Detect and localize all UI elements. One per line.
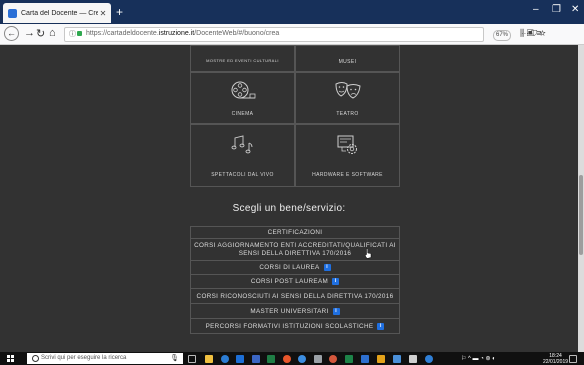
maximize-icon[interactable]: ❐ — [552, 4, 561, 15]
cortana-icon — [32, 355, 39, 362]
category-live-shows[interactable]: SPETTACOLI DAL VIVO — [190, 124, 295, 187]
navigation-bar: ← → ↻ ⌂ ⓘ https://cartadeldocente.istruz… — [0, 24, 584, 45]
tab-title: Carta del Docente — Crea buo — [21, 9, 98, 17]
taskbar-search-box[interactable]: Scrivi qui per eseguire la ricerca 🎙 — [27, 353, 183, 364]
tab-close-icon[interactable]: ✕ — [98, 9, 108, 18]
task-view-icon[interactable] — [188, 355, 196, 363]
page-scrollbar[interactable] — [578, 45, 584, 352]
page-content: MOSTRE ED EVENTI CULTURALI MUSEI CINEMA … — [0, 45, 578, 352]
hand-cursor-icon — [364, 248, 372, 259]
mail-icon[interactable] — [314, 355, 322, 363]
address-bar[interactable]: ⓘ https://cartadeldocente.istruzione.it/… — [64, 27, 546, 42]
info-icon[interactable]: i — [332, 278, 340, 285]
url-text: https://cartadeldocente.istruzione.it/Do… — [86, 30, 280, 37]
theater-masks-icon — [334, 82, 361, 99]
service-item-corsi-riconosciuti[interactable]: CORSI RICONOSCIUTI AI SENSI DELLA DIRETT… — [190, 289, 400, 304]
category-theatre[interactable]: TEATRO — [295, 72, 400, 124]
app-icon[interactable] — [377, 355, 385, 363]
close-window-icon[interactable]: ✕ — [571, 4, 579, 15]
site-favicon-icon — [8, 8, 17, 18]
excel-icon[interactable] — [267, 355, 275, 363]
category-label: MOSTRE ED EVENTI CULTURALI — [206, 58, 279, 63]
category-museums[interactable]: MUSEI — [295, 45, 400, 72]
store-icon[interactable] — [236, 355, 244, 363]
windows-taskbar: Scrivi qui per eseguire la ricerca 🎙 ⚐ ^… — [0, 352, 584, 365]
system-tray-icons[interactable]: ⚐ ^ ▬ ◔ ⊛ ◐ — [461, 355, 496, 362]
taskbar-clock[interactable]: 18:24 22/01/2019 — [543, 353, 568, 365]
lock-icon — [77, 31, 82, 36]
info-icon[interactable]: i — [323, 264, 331, 271]
service-item-corsi-post-lauream[interactable]: CORSI POST LAUREAM i — [190, 275, 400, 289]
microphone-icon[interactable]: 🎙 — [170, 354, 179, 362]
page-info-icon[interactable]: ⓘ — [69, 29, 76, 39]
info-icon[interactable]: i — [377, 322, 385, 330]
browser-tab[interactable]: Carta del Docente — Crea buo ✕ — [3, 3, 111, 23]
windows-start-icon[interactable] — [7, 355, 14, 362]
service-item-certificazioni[interactable]: CERTIFICAZIONI — [190, 226, 400, 239]
service-item-corsi-di-laurea[interactable]: CORSI DI LAUREA i — [190, 261, 400, 275]
service-item-master-universitari[interactable]: MASTER UNIVERSITARI i — [190, 304, 400, 319]
app-icon[interactable] — [425, 355, 433, 363]
firefox-icon[interactable] — [283, 355, 291, 363]
category-label: HARDWARE E SOFTWARE — [312, 172, 383, 178]
category-label: SPETTACOLI DAL VIVO — [211, 172, 274, 178]
category-hardware-software[interactable]: HARDWARE E SOFTWARE — [295, 124, 400, 187]
category-exhibitions[interactable]: MOSTRE ED EVENTI CULTURALI — [190, 45, 295, 72]
minimize-icon[interactable]: – — [533, 4, 539, 15]
back-button[interactable]: ← — [4, 26, 19, 41]
file-explorer-icon[interactable] — [205, 355, 213, 363]
hardware-software-icon — [337, 135, 357, 154]
browser-icon[interactable] — [298, 355, 306, 363]
film-reel-icon — [231, 81, 255, 99]
reload-button[interactable]: ↻ — [36, 27, 45, 40]
search-placeholder: Scrivi qui per eseguire la ricerca — [41, 355, 127, 361]
category-label: CINEMA — [231, 111, 254, 117]
category-cinema[interactable]: CINEMA — [190, 72, 295, 124]
music-notes-icon — [231, 135, 252, 154]
spreadsheet-icon[interactable] — [345, 355, 353, 363]
info-icon[interactable]: i — [332, 307, 340, 315]
zoom-level[interactable]: 67% — [493, 30, 511, 41]
notepad-icon[interactable] — [409, 355, 417, 363]
word-icon[interactable] — [252, 355, 260, 363]
notifications-icon[interactable] — [569, 355, 577, 363]
library-sidebar-menu-icons[interactable]: ⫼ ▣ ≡ — [520, 28, 542, 39]
app-icon[interactable] — [393, 355, 401, 363]
service-item-percorsi-formativi[interactable]: PERCORSI FORMATIVI ISTITUZIONI SCOLASTIC… — [190, 319, 400, 334]
clock-date: 22/01/2019 — [543, 359, 569, 365]
services-title: Scegli un bene/servizio: — [232, 203, 346, 214]
edge-icon[interactable] — [221, 355, 229, 363]
scrollbar-thumb[interactable] — [579, 175, 583, 255]
services-list: CERTIFICAZIONI CORSI AGGIORNAMENTO ENTI … — [190, 226, 400, 334]
photos-icon[interactable] — [361, 355, 369, 363]
chrome-icon[interactable] — [329, 355, 337, 363]
category-label: MUSEI — [338, 59, 357, 65]
category-label: TEATRO — [336, 111, 359, 117]
forward-button[interactable]: → — [24, 27, 35, 39]
home-button[interactable]: ⌂ — [49, 27, 56, 39]
tab-strip: Carta del Docente — Crea buo ✕ + – ❐ ✕ — [0, 0, 584, 24]
new-tab-button[interactable]: + — [116, 5, 123, 19]
